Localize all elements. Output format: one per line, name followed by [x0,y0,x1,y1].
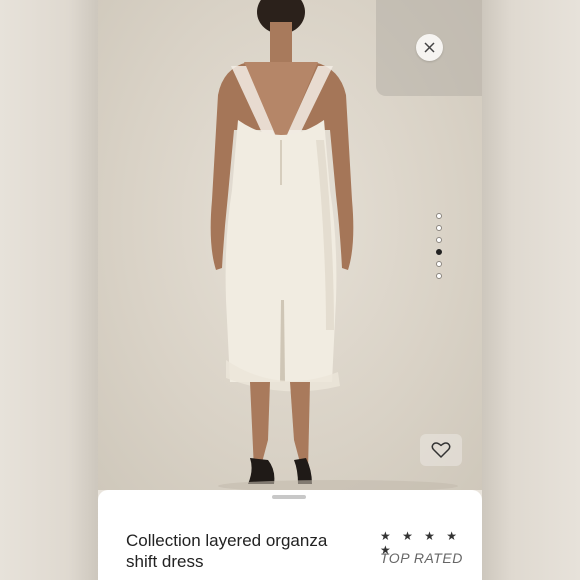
right-backdrop [482,0,580,580]
product-title: Collection layered organza shift dress [126,531,328,571]
left-backdrop [0,0,98,580]
close-button[interactable] [416,34,443,61]
gallery-dot-active[interactable] [436,249,442,255]
drag-handle[interactable] [272,495,306,499]
gallery-dot[interactable] [436,225,442,231]
gallery-dot[interactable] [436,273,442,279]
rating-label: TOP RATED [380,550,463,566]
gallery-pagination [436,213,444,279]
heart-icon [431,442,451,458]
favorite-button[interactable] [420,434,462,466]
product-info-sheet: Collection layered organza shift dress ★… [98,490,482,580]
gallery-dot[interactable] [436,237,442,243]
gallery-dot[interactable] [436,213,442,219]
close-icon [424,42,435,53]
gallery-dot[interactable] [436,261,442,267]
